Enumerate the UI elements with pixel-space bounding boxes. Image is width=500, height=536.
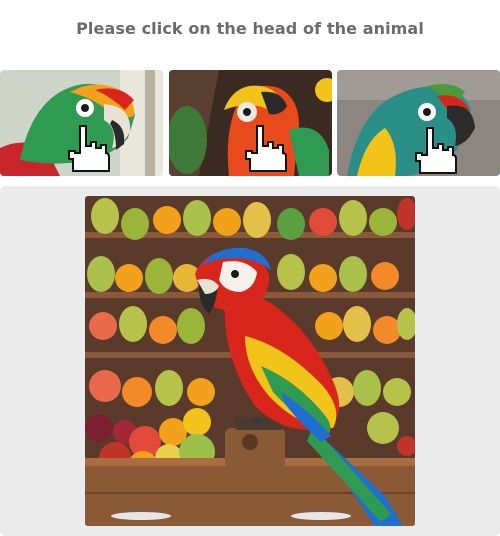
captcha-prompt: Please click on the head of the animal: [76, 19, 424, 38]
example-strip: [0, 70, 500, 176]
example-image-1: [0, 70, 163, 176]
example-image-3: [337, 70, 500, 176]
challenge-panel: [0, 186, 500, 536]
example-image-2: [169, 70, 332, 176]
challenge-image[interactable]: [85, 196, 415, 526]
